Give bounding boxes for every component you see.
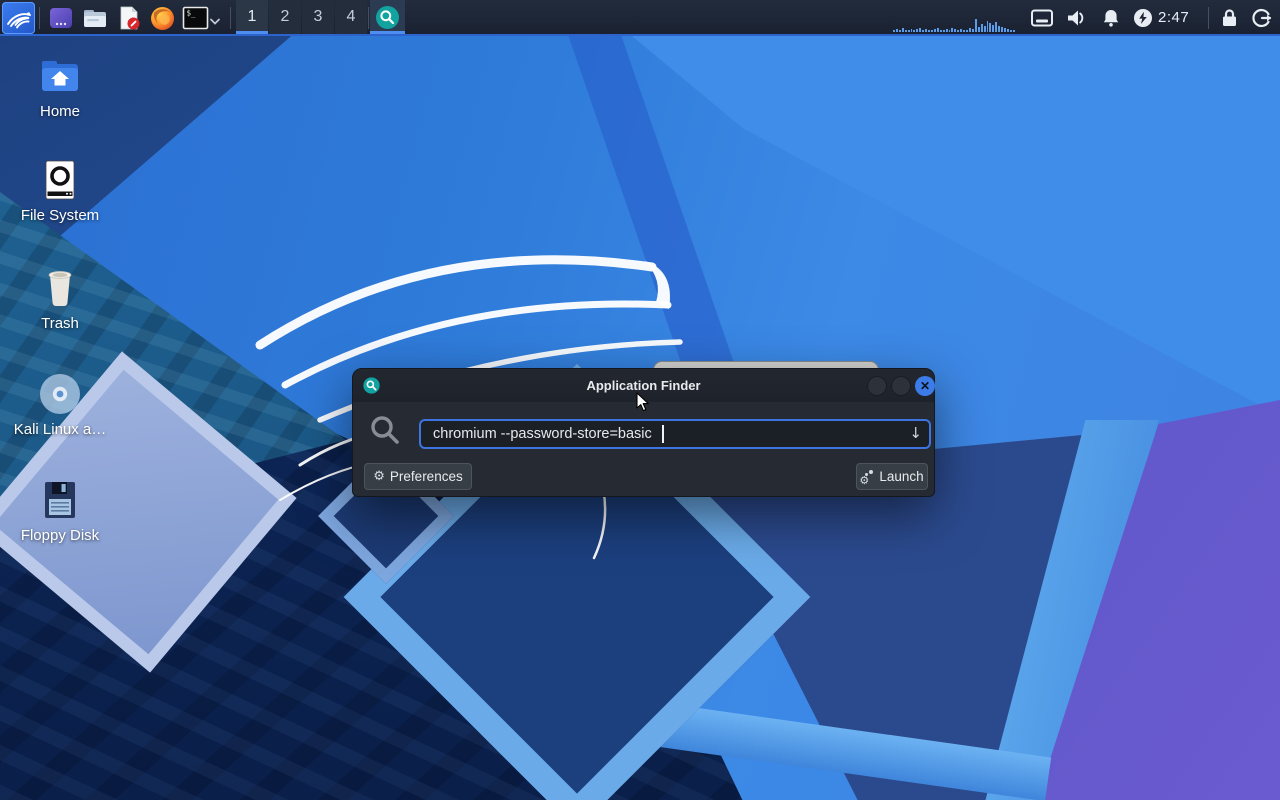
hard-drive-icon xyxy=(45,160,75,200)
applications-menu-button[interactable] xyxy=(2,2,35,34)
mouse-cursor xyxy=(636,392,649,412)
app-finder-icon xyxy=(376,5,399,29)
svg-text:$_: $_ xyxy=(186,9,196,18)
notifications-bell-icon xyxy=(1103,10,1119,27)
desktop-icon-floppy-disk[interactable]: Floppy Disk xyxy=(5,478,115,544)
kali-menu-icon xyxy=(6,12,31,29)
desktop-icon-label: Home xyxy=(39,103,80,120)
panel-separator xyxy=(368,7,369,29)
minimize-button[interactable] xyxy=(867,376,887,396)
panel-separator xyxy=(39,7,40,29)
cpu-graph[interactable] xyxy=(893,12,1015,32)
volume-icon xyxy=(1068,10,1084,26)
desktop-app-icon xyxy=(50,8,72,28)
panel-clock[interactable]: 2:47 xyxy=(1158,9,1189,26)
display-icon xyxy=(1031,9,1053,27)
dropdown-arrow-icon[interactable]: ↓ xyxy=(909,424,922,442)
launch-button[interactable]: ⚙ Launch xyxy=(856,463,928,490)
gear-icon: ⚙ xyxy=(373,469,385,484)
dialog-title: Application Finder xyxy=(586,378,701,393)
desktop-icon-home[interactable]: Home xyxy=(5,54,115,120)
firefox-icon xyxy=(150,6,174,30)
search-input[interactable] xyxy=(419,419,931,449)
trash-can-icon xyxy=(48,271,72,306)
desktop-icon-label: Trash xyxy=(41,315,79,332)
volume-tray-item[interactable] xyxy=(1065,8,1087,33)
text-caret xyxy=(662,425,664,443)
preferences-button[interactable]: ⚙ Preferences xyxy=(364,463,472,490)
launcher-firefox[interactable] xyxy=(146,3,178,33)
close-icon: ✕ xyxy=(919,379,931,393)
desktop-icon-label: File System xyxy=(20,207,100,224)
desktop-icon-label: Kali Linux a… xyxy=(13,421,107,438)
launcher-text-editor[interactable] xyxy=(113,3,145,33)
desktop-icon-trash[interactable]: Trash xyxy=(5,266,115,332)
home-folder-icon xyxy=(42,61,78,91)
logout-button[interactable] xyxy=(1251,8,1272,33)
search-input-wrap: ↓ xyxy=(419,419,931,449)
desktop-icon-label: Floppy Disk xyxy=(20,527,100,544)
workspace-1[interactable]: 1 xyxy=(236,0,268,34)
maximize-button[interactable] xyxy=(891,376,911,396)
lock-screen-icon xyxy=(1223,9,1236,26)
close-button[interactable]: ✕ xyxy=(915,376,935,396)
application-finder-dialog: Application Finder ✕ ↓ ⚙ Preferences ⚙ L… xyxy=(352,368,935,497)
launcher-desktop-app[interactable] xyxy=(45,3,77,33)
launch-gears-icon: ⚙ xyxy=(859,469,874,486)
desktop-icon-file-system[interactable]: File System xyxy=(5,158,115,224)
workspace-4[interactable]: 4 xyxy=(335,0,367,34)
floppy-disk-icon xyxy=(45,482,75,518)
top-panel: $_ 1 2 3 4 2:47 xyxy=(0,0,1280,36)
kali-desktop: Home File System Trash Kali Linux a… Flo… xyxy=(0,0,1280,800)
lock-screen-button[interactable] xyxy=(1220,8,1239,33)
panel-separator xyxy=(230,7,231,29)
power-manager-tray-item[interactable] xyxy=(1133,8,1153,33)
terminal-dropdown-chevron[interactable] xyxy=(209,13,221,31)
power-manager-icon xyxy=(1134,9,1152,27)
launcher-file-manager[interactable] xyxy=(79,3,111,33)
file-manager-icon xyxy=(84,10,106,27)
logout-icon xyxy=(1252,8,1272,28)
workspace-3[interactable]: 3 xyxy=(302,0,334,34)
notifications-tray-item[interactable] xyxy=(1101,8,1121,33)
taskbar-application-finder[interactable] xyxy=(370,0,405,34)
panel-separator xyxy=(1208,7,1209,29)
desktop-icon-kali-linux-cd[interactable]: Kali Linux a… xyxy=(5,372,115,438)
workspace-2[interactable]: 2 xyxy=(269,0,301,34)
search-icon xyxy=(371,416,399,444)
chevron-down-icon xyxy=(210,18,220,25)
display-tray-item[interactable] xyxy=(1030,8,1054,33)
text-editor-icon xyxy=(120,6,140,30)
launcher-terminal[interactable]: $_ xyxy=(179,3,211,33)
cd-disc-icon xyxy=(40,374,80,414)
terminal-icon: $_ xyxy=(182,6,208,30)
